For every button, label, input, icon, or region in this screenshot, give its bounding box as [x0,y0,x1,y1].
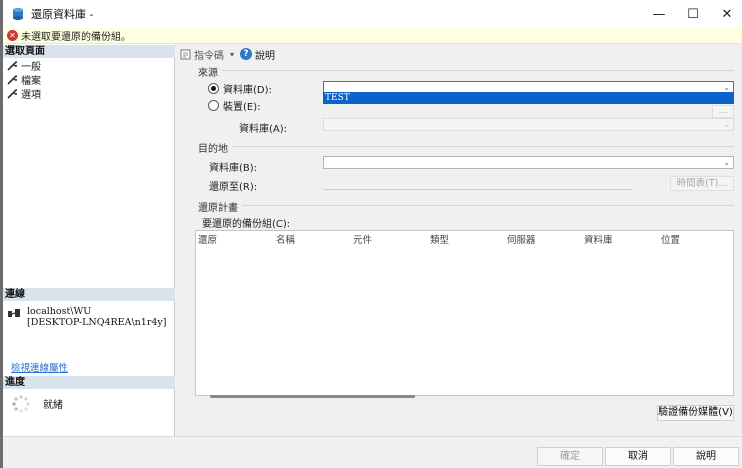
device-database-dropdown[interactable]: ⌄ [323,118,734,131]
database-radio-label: 資料庫(D): [223,85,272,96]
error-message: 未選取要還原的備份組。 [21,32,131,43]
help-icon: ? [240,48,253,60]
wrench-icon [7,74,17,85]
maximize-button[interactable]: ☐ [676,0,710,28]
timeline-button[interactable]: 時間表(T)... [670,176,734,191]
right-panel: 指令碼 ▾ ? 說明 來源 資料庫(D): ⌄ TEST 裝置(E): ... … [176,44,742,436]
page-item-general[interactable]: 一般 [7,59,41,73]
destination-divider [232,146,734,147]
error-icon: ✕ [7,30,18,41]
progress-status: 就緒 [43,400,63,411]
device-database-label: 資料庫(A): [239,124,288,135]
restore-plan-divider [242,205,734,206]
destination-database-label: 資料庫(B): [209,163,258,174]
database-radio-row[interactable]: 資料庫(D): [208,81,272,96]
ok-button[interactable]: 確定 [537,447,603,466]
restore-to-field [323,189,632,190]
column-header-restore[interactable]: 還原 [198,232,217,246]
script-dropdown-arrow[interactable]: ▾ [230,50,234,59]
device-radio-label: 裝置(E): [223,102,261,113]
window-title: 還原資料庫 - [31,8,94,21]
source-group-title: 來源 [198,68,218,79]
source-divider [222,70,734,71]
progress-header: 進度 [3,376,175,389]
device-browse-button[interactable]: ... [712,105,734,118]
close-button[interactable]: ✕ [710,0,742,28]
restore-to-label: 還原至(R): [209,182,258,193]
connection-server: localhost\WU [27,306,92,317]
destination-group-title: 目的地 [198,144,228,155]
column-header-component[interactable]: 元件 [353,232,372,246]
source-database-options[interactable]: TEST [323,92,734,104]
connection-info: localhost\WU [DESKTOP-LNQ4REA\n1r4y] [7,306,167,328]
horizontal-scrollbar[interactable] [210,395,415,398]
chevron-down-icon: ⌄ [723,120,730,129]
database-app-icon [13,8,23,20]
view-connection-properties-link[interactable]: 檢視連線屬性 [11,360,68,374]
left-panel: 選取頁面 一般 檔案 選項 連線 localhost\WU [DESKTOP-L… [3,44,175,436]
database-radio[interactable] [208,83,219,94]
script-button[interactable]: 指令碼 [194,47,224,62]
help-button[interactable]: 說明 [673,447,739,466]
device-radio[interactable] [208,100,219,111]
destination-database-dropdown[interactable]: ⌄ [323,156,734,169]
connection-user: [DESKTOP-LNQ4REA\n1r4y] [27,317,167,328]
page-item-files[interactable]: 檔案 [7,73,41,87]
column-header-server[interactable]: 伺服器 [507,232,536,246]
error-message-bar: ✕ 未選取要還原的備份組。 [3,28,742,44]
backup-sets-label: 要還原的備份組(C): [202,219,291,230]
page-item-label: 選項 [21,90,41,101]
cancel-button[interactable]: 取消 [605,447,671,466]
device-radio-row[interactable]: 裝置(E): [208,98,261,113]
page-item-label: 一般 [21,62,41,73]
restore-database-window: 還原資料庫 - — ☐ ✕ ✕ 未選取要還原的備份組。 選取頁面 一般 檔案 選… [0,0,742,468]
script-icon [180,49,191,59]
dialog-footer: 確定 取消 說明 [3,436,742,468]
column-header-location[interactable]: 位置 [661,232,680,246]
page-item-options[interactable]: 選項 [7,87,41,101]
column-header-database[interactable]: 資料庫 [584,232,613,246]
wrench-icon [7,60,17,71]
connection-icon [8,309,20,317]
wrench-icon [7,88,17,99]
dropdown-option[interactable]: TEST [324,93,733,103]
backup-sets-grid[interactable]: 還原 名稱 元件 類型 伺服器 資料庫 位置 [195,230,734,398]
column-header-name[interactable]: 名稱 [276,232,295,246]
help-toolbar-button[interactable]: 說明 [255,47,275,62]
spinner-icon [12,395,30,413]
progress-indicator: 就緒 [11,394,63,414]
restore-plan-group-title: 還原計畫 [198,203,238,214]
minimize-button[interactable]: — [642,0,676,28]
verify-backup-media-button[interactable]: 驗證備份媒體(V) [657,405,734,421]
toolbar: 指令碼 ▾ ? 說明 [180,47,275,62]
column-header-type[interactable]: 類型 [430,232,449,246]
chevron-down-icon: ⌄ [723,158,730,167]
select-page-header: 選取頁面 [3,45,175,58]
title-bar[interactable]: 還原資料庫 - — ☐ ✕ [3,0,742,28]
connection-header: 連線 [3,288,175,301]
page-item-label: 檔案 [21,76,41,87]
